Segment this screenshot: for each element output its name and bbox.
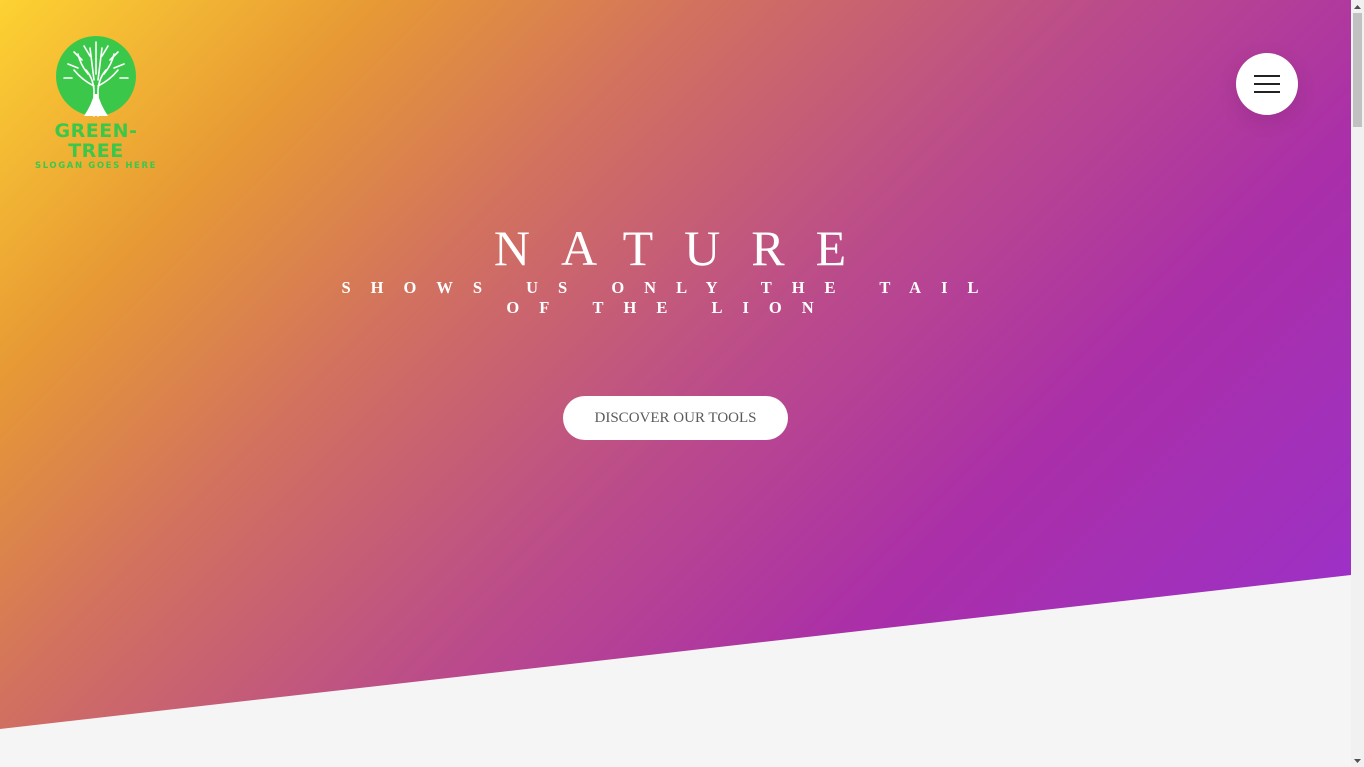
tree-icon bbox=[56, 36, 136, 117]
hero-title: NATURE bbox=[493, 220, 878, 276]
brand-slogan: SLOGAN GOES HERE bbox=[34, 161, 158, 171]
scrollbar-thumb[interactable] bbox=[1353, 13, 1362, 127]
vertical-scrollbar[interactable] bbox=[1351, 0, 1364, 767]
scroll-down-arrow-icon[interactable] bbox=[1351, 754, 1364, 767]
menu-line bbox=[1254, 91, 1280, 93]
brand-name: GREEN-TREE bbox=[54, 120, 138, 162]
menu-line bbox=[1254, 83, 1280, 85]
brand-logo[interactable]: GREEN-TREE SLOGAN GOES HERE bbox=[32, 34, 160, 172]
hamburger-menu-button[interactable] bbox=[1236, 53, 1298, 115]
menu-line bbox=[1254, 75, 1280, 77]
hero-headline: NATURE SHOWS US ONLY THE TAIL OF THE LIO… bbox=[340, 220, 1000, 318]
scroll-up-arrow-icon[interactable] bbox=[1351, 0, 1364, 13]
hero-subtitle: SHOWS US ONLY THE TAIL OF THE LION bbox=[341, 278, 999, 317]
discover-tools-button[interactable]: DISCOVER OUR TOOLS bbox=[563, 396, 788, 440]
